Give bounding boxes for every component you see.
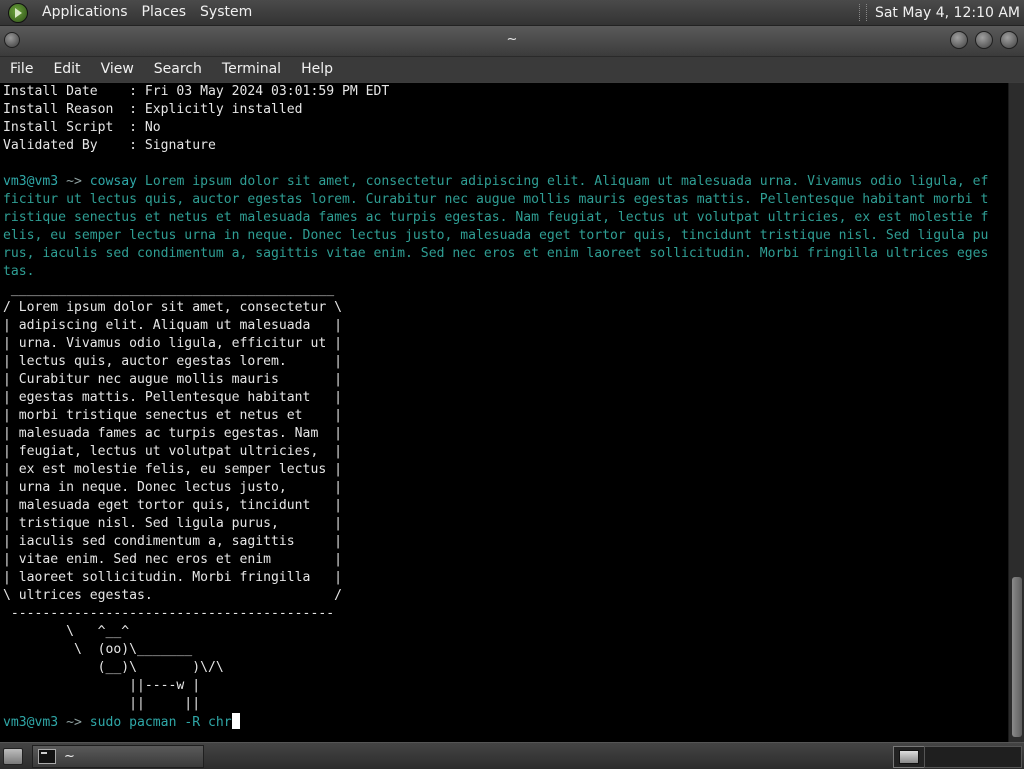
current-prompt-line[interactable]: vm3@vm3 ~> sudo pacman -R chr	[3, 713, 240, 731]
cow-output-line: ||----w |	[3, 678, 201, 693]
window-title: ~	[506, 32, 518, 47]
cow-output-line: ----------------------------------------…	[3, 606, 335, 621]
workspace-window-thumbnail	[899, 750, 919, 764]
current-command-input[interactable]: sudo pacman -R chr	[90, 715, 232, 730]
cow-output-line: | feugiat, lectus ut volutpat ultricies,…	[3, 444, 342, 459]
menu-view[interactable]: View	[91, 57, 144, 82]
info-line-install-script: Install Script : No	[3, 120, 161, 135]
cowsay-args-line: Lorem ipsum dolor sit amet, consectetur …	[137, 174, 989, 189]
terminal-output[interactable]: Install Date : Fri 03 May 2024 03:01:59 …	[0, 83, 1008, 742]
terminal-scrollbar[interactable]	[1008, 83, 1024, 742]
prompt-arrow: ~>	[58, 715, 90, 730]
top-panel: Applications Places System Sat May 4, 12…	[0, 0, 1024, 26]
info-line-install-date: Install Date : Fri 03 May 2024 03:01:59 …	[3, 84, 390, 99]
cow-output-line: | malesuada fames ac turpis egestas. Nam…	[3, 426, 342, 441]
panel-menu-applications[interactable]: Applications	[35, 0, 135, 25]
cow-output-line: | laoreet sollicitudin. Morbi fringilla …	[3, 570, 342, 585]
cow-output-line: || ||	[3, 696, 201, 711]
taskbar-terminal-label: ~	[64, 749, 75, 764]
cow-output-line: | morbi tristique senectus et netus et |	[3, 408, 342, 423]
window-titlebar[interactable]: ~	[0, 26, 1024, 57]
prompt-user: vm3@vm3	[3, 174, 59, 189]
panel-clock[interactable]: Sat May 4, 12:10 AM	[875, 5, 1024, 21]
text-cursor	[231, 713, 240, 729]
cow-output-line: | urna. Vivamus odio ligula, efficitur u…	[3, 336, 342, 351]
panel-menu-system[interactable]: System	[193, 0, 259, 25]
show-desktop-icon[interactable]	[3, 748, 23, 765]
cow-output-line: | egestas mattis. Pellentesque habitant …	[3, 390, 342, 405]
minimize-icon[interactable]	[950, 31, 968, 49]
close-icon[interactable]	[1000, 31, 1018, 49]
cow-output-line: | tristique nisl. Sed ligula purus, |	[3, 516, 342, 531]
workspace-switcher-1[interactable]	[893, 746, 925, 768]
cowsay-args-line: ficitur ut lectus quis, auctor egestas l…	[3, 192, 989, 207]
maximize-icon[interactable]	[975, 31, 993, 49]
menu-search[interactable]: Search	[144, 57, 212, 82]
cow-output-line: | iaculis sed condimentum a, sagittis |	[3, 534, 342, 549]
info-line-install-reason: Install Reason : Explicitly installed	[3, 102, 303, 117]
cowsay-args-line: elis, eu semper lectus urna in neque. Do…	[3, 228, 989, 243]
cowsay-args-line: tas.	[3, 264, 35, 279]
cowsay-args-line: rus, iaculis sed condimentum a, sagittis…	[3, 246, 989, 261]
menu-edit[interactable]: Edit	[43, 57, 90, 82]
cow-output-line: \ ultrices egestas. /	[3, 588, 342, 603]
prompt-user: vm3@vm3	[3, 715, 59, 730]
panel-menu-places[interactable]: Places	[135, 0, 194, 25]
panel-separator	[858, 4, 867, 21]
scrollbar-thumb[interactable]	[1012, 577, 1022, 737]
bottom-panel: ~	[0, 742, 1024, 769]
cow-output-line: | lectus quis, auctor egestas lorem. |	[3, 354, 342, 369]
cow-output-line: / Lorem ipsum dolor sit amet, consectetu…	[3, 300, 342, 315]
menu-terminal[interactable]: Terminal	[212, 57, 291, 82]
cow-output-line: (__)\ )\/\	[3, 660, 224, 675]
terminal-window: ~ File Edit View Search Terminal Help In…	[0, 26, 1024, 742]
distro-logo-icon[interactable]	[8, 2, 28, 23]
cow-output-line: \ ^__^	[3, 624, 130, 639]
cow-output-line: | urna in neque. Donec lectus justo, |	[3, 480, 342, 495]
cow-output-line: \ (oo)\_______	[3, 642, 193, 657]
window-menubar: File Edit View Search Terminal Help	[0, 57, 1024, 82]
menu-help[interactable]: Help	[291, 57, 343, 82]
panel-right-area: Sat May 4, 12:10 AM	[858, 0, 1024, 25]
cow-output-line: ________________________________________…	[3, 282, 335, 297]
info-line-validated-by: Validated By : Signature	[3, 138, 216, 153]
workspace-switcher-2[interactable]	[924, 746, 1022, 768]
cowsay-command-line: vm3@vm3 ~> cowsay Lorem ipsum dolor sit …	[3, 173, 988, 191]
menu-file[interactable]: File	[0, 57, 43, 82]
taskbar-terminal-button[interactable]: ~	[32, 745, 204, 768]
cow-output-line: | ex est molestie felis, eu semper lectu…	[3, 462, 342, 477]
cow-output-line: | malesuada eget tortor quis, tincidunt …	[3, 498, 342, 513]
cowsay-args-line: ristique senectus et netus et malesuada …	[3, 210, 989, 225]
cow-output-line: | Curabitur nec augue mollis mauris |	[3, 372, 342, 387]
cow-output-line: | adipiscing elit. Aliquam ut malesuada …	[3, 318, 342, 333]
cowsay-command: cowsay	[89, 174, 138, 189]
prompt-arrow: ~>	[58, 174, 90, 189]
terminal-icon	[38, 749, 56, 764]
cow-output-line: | vitae enim. Sed nec eros et enim |	[3, 552, 342, 567]
